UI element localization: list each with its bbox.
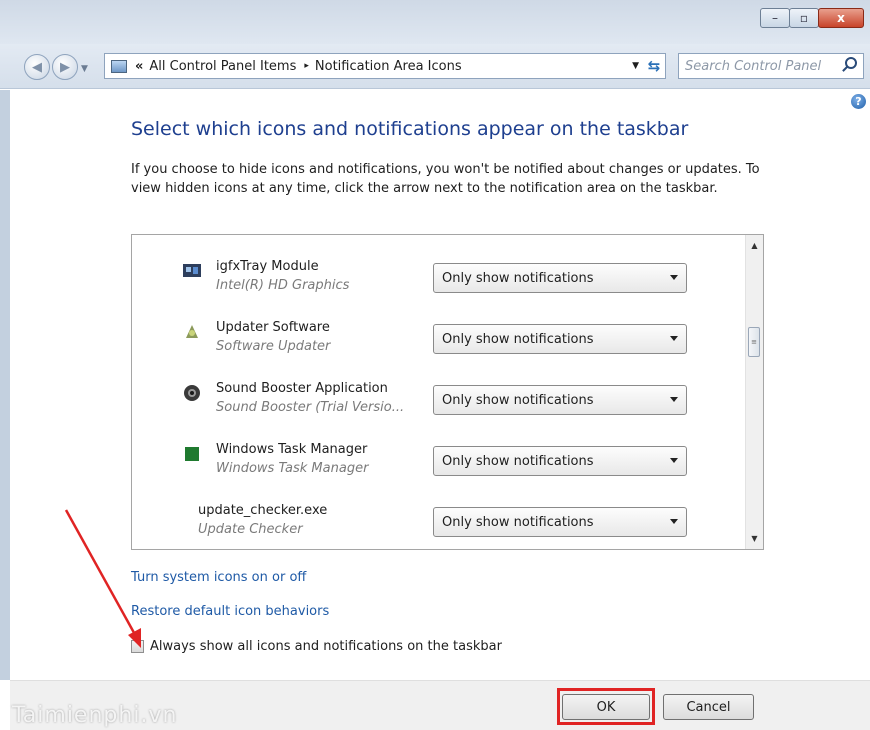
annotation-arrow (64, 509, 140, 641)
annotation-layer (64, 509, 141, 648)
annotation-arrowhead (128, 628, 141, 648)
